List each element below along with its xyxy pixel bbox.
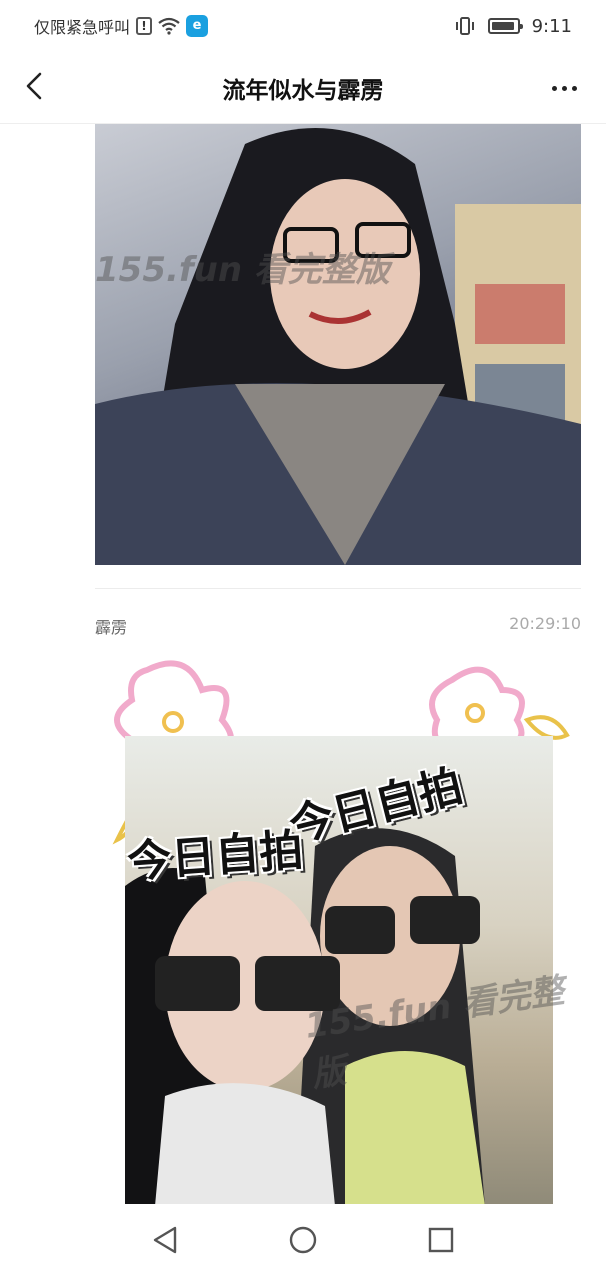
vibrate-icon [454,16,476,36]
status-right: 9:11 [454,16,572,37]
more-horizontal-icon [551,85,557,91]
header-bar: 流年似水与霹雳 [0,52,606,124]
watermark-text: 155.fun 看完整版 [95,250,390,290]
message-time: 20:29:10 [509,614,581,633]
triangle-back-icon [151,1225,179,1259]
alert-icon: ! [136,17,153,35]
page-title: 流年似水与霹雳 [222,77,384,104]
sender-name: 霹雳 [95,618,128,637]
system-nav-bar [0,1204,606,1280]
battery-icon [487,18,523,34]
circle-home-icon [288,1225,318,1259]
chat-history[interactable]: 155.fun 看完整版 霹雳 20:29:10 今日自拍 今日自拍 155.f… [0,124,606,1204]
square-recents-icon [427,1226,455,1258]
carrier-text: 仅限紧急呼叫 [34,18,131,37]
sticker-text: 今日自拍 [125,824,305,889]
app-notification-icon: e [186,15,209,37]
chevron-left-icon [24,71,44,105]
back-button[interactable] [16,70,52,106]
status-left: 仅限紧急呼叫 ! e [34,14,209,38]
nav-home-button[interactable] [283,1222,323,1262]
nav-recents-button[interactable] [421,1222,461,1262]
message-image[interactable]: 155.fun 看完整版 [95,124,581,565]
more-button[interactable] [544,74,584,102]
clock: 9:11 [531,15,572,37]
message-divider [95,588,581,589]
message-image[interactable]: 今日自拍 今日自拍 155.fun 看完整版 [107,660,577,1204]
nav-back-button[interactable] [145,1222,185,1262]
status-bar: 仅限紧急呼叫 ! e 9:11 [0,0,606,52]
selfie-photo-1 [95,128,581,565]
wifi-icon [158,17,180,35]
